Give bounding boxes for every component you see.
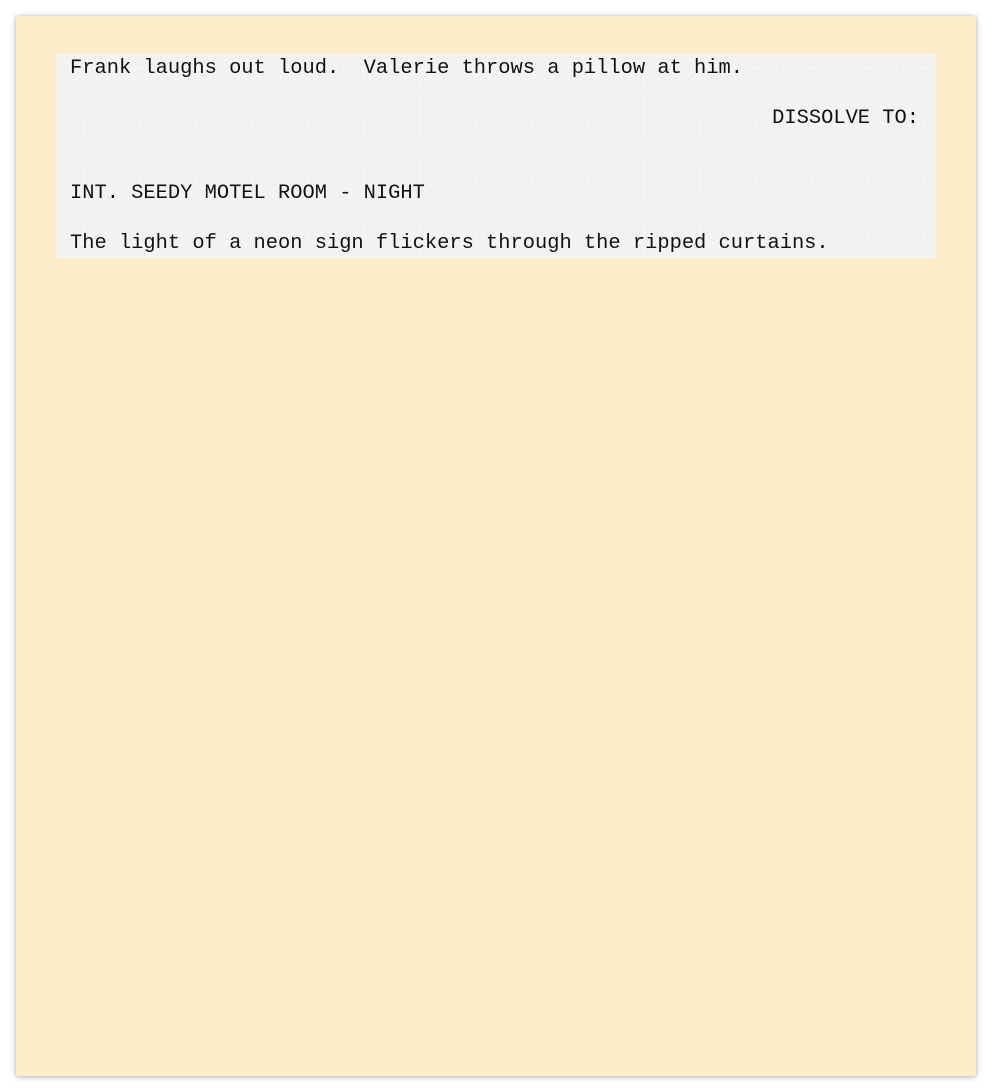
transition-line: DISSOLVE TO: bbox=[772, 107, 919, 130]
action-line: The light of a neon sign flickers throug… bbox=[70, 232, 829, 255]
scene-heading: INT. SEEDY MOTEL ROOM - NIGHT bbox=[70, 182, 425, 205]
action-line: Frank laughs out loud. Valerie throws a … bbox=[70, 57, 744, 80]
page: Frank laughs out loud. Valerie throws a … bbox=[16, 16, 976, 1076]
screenplay-excerpt: Frank laughs out loud. Valerie throws a … bbox=[56, 54, 936, 258]
